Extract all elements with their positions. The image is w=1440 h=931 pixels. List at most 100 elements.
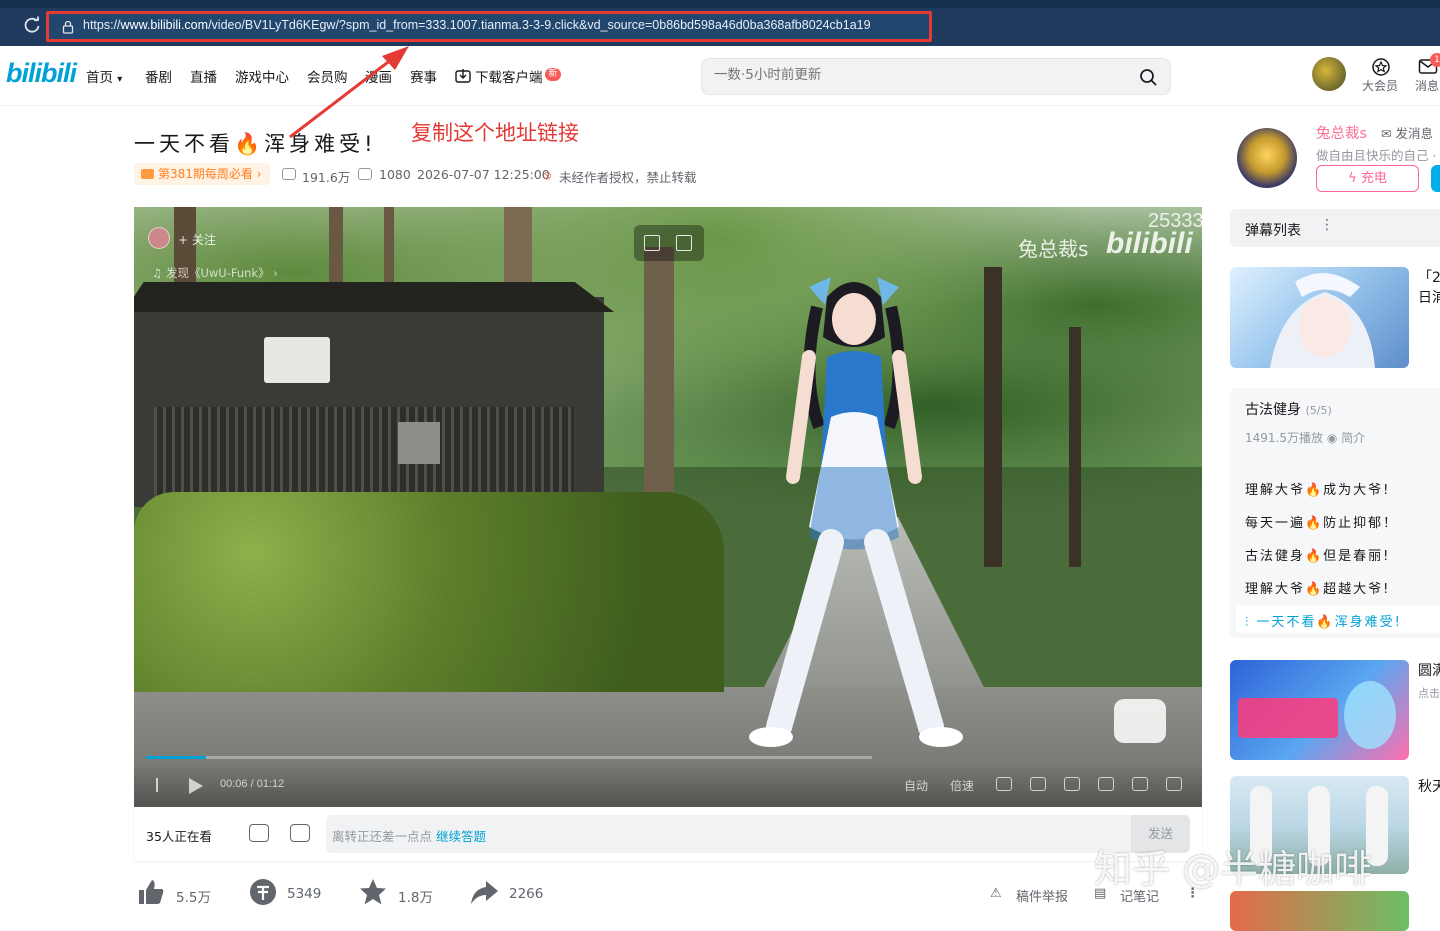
volume-icon[interactable] [996, 777, 1012, 791]
recommend-sub-2: 点击 [1418, 687, 1440, 700]
video-frame-electric-box [398, 422, 440, 464]
recommend-thumbnail-1[interactable] [1230, 267, 1409, 368]
recommend-title-1[interactable]: 「2 [1418, 267, 1440, 287]
collection-item-active[interactable]: ⫶ 一天不看🔥浑身难受! [1236, 605, 1440, 633]
search-box[interactable] [701, 58, 1171, 95]
collection-title[interactable]: 古法健身 (5/5) [1245, 399, 1332, 419]
weekly-tag-label: 第381期每周必看 [158, 167, 253, 181]
progress-fill [146, 756, 207, 759]
nav-home[interactable]: 首页 ▾ [86, 66, 122, 86]
continue-quiz-link[interactable]: 继续答题 [436, 829, 486, 844]
share-count: 2266 [509, 886, 544, 902]
danmaku-toggle-icon[interactable] [249, 824, 269, 842]
url-text[interactable]: https://www.bilibili.com/video/BV1LyTd6K… [83, 18, 871, 32]
screenshot-icon[interactable] [676, 235, 692, 251]
danmaku-list-panel[interactable]: 弹幕列表 ⋮ [1230, 209, 1440, 247]
player-uploader-avatar[interactable] [148, 227, 170, 249]
coin-icon[interactable] [248, 877, 278, 907]
vip-icon[interactable] [1371, 57, 1391, 77]
player-watermark-name: 兔总裁s [1018, 237, 1089, 261]
player-watermark-logo: bilibili [1106, 227, 1193, 260]
site-header: bilibili 首页 ▾ 番剧 直播 游戏中心 会员购 漫画 赛事 下载客户端… [0, 46, 1440, 106]
collection-item-1[interactable]: 理解大爷🔥成为大爷! [1245, 479, 1390, 498]
collection-intro-link[interactable]: 简介 [1341, 431, 1365, 445]
collection-item-3[interactable]: 古法健身🔥但是春丽! [1245, 545, 1390, 564]
settings-icon[interactable] [1030, 777, 1046, 791]
danmaku-input[interactable]: 离转正还差一点点 继续答题 发送 [326, 815, 1190, 853]
uploader-description: 做自由且快乐的自己 · [1316, 148, 1437, 163]
nav-live[interactable]: 直播 [190, 66, 217, 86]
danmaku-settings-icon[interactable] [290, 824, 310, 842]
uploader-name[interactable]: 兔总裁s [1316, 122, 1367, 143]
pip-icon[interactable] [644, 235, 660, 251]
message-count-badge: 1 [1430, 53, 1440, 67]
nav-manga[interactable]: 漫画 [365, 66, 392, 86]
nav-esports[interactable]: 赛事 [410, 66, 437, 86]
music-title: 发现《UwU-Funk》 [165, 266, 270, 280]
collection-item-2[interactable]: 每天一遍🔥防止抑郁！ [1245, 512, 1398, 531]
recommend-title-1-line2[interactable]: 日浦 [1418, 287, 1440, 307]
playback-speed-button[interactable]: 倍速 [950, 777, 974, 794]
coin-count: 5349 [287, 886, 322, 902]
lock-icon [62, 20, 74, 34]
player-top-controls [634, 225, 704, 261]
favorite-icon[interactable] [358, 877, 388, 907]
anime-girl-illustration [1270, 273, 1375, 368]
recommend-thumbnail-4[interactable] [1230, 891, 1409, 931]
report-icon[interactable]: ⚠ [990, 886, 1002, 901]
weekly-must-watch-tag[interactable]: 第381期每周必看 › [134, 163, 270, 185]
nav-mall[interactable]: 会员购 [307, 66, 348, 86]
charge-button[interactable]: ϟ 充电 [1316, 165, 1419, 192]
mail-icon: ✉ [1381, 126, 1396, 141]
web-fullscreen-icon[interactable] [1132, 777, 1148, 791]
pip-mode-icon[interactable] [1064, 777, 1080, 791]
bilibili-logo[interactable]: bilibili [6, 58, 77, 89]
browser-tab-strip [0, 0, 1440, 8]
collection-item-active-label: ⫶ 一天不看🔥浑身难受! [1245, 615, 1402, 630]
send-message-button[interactable]: ✉ 发消息 [1381, 123, 1433, 142]
recommend-title-3[interactable]: 秋天 [1418, 776, 1440, 796]
search-input[interactable] [714, 67, 1114, 83]
recommend-title-2[interactable]: 圆满 [1418, 660, 1440, 680]
reload-icon[interactable] [22, 15, 42, 35]
vip-label[interactable]: 大会员 [1362, 77, 1398, 94]
uploader-avatar[interactable] [1237, 128, 1297, 188]
nav-anime[interactable]: 番剧 [145, 66, 172, 86]
music-note-icon: ♫ [152, 266, 166, 280]
zhihu-watermark: 知乎 @半糖咖啡 [1094, 847, 1373, 891]
publish-time: 2026-07-07 12:25:00 [417, 167, 550, 182]
fullscreen-icon[interactable] [1166, 777, 1182, 791]
follow-button[interactable] [1431, 165, 1440, 192]
annotation-label: 复制这个地址链接 [411, 121, 579, 145]
video-player[interactable]: + 关注 ♫ 发现《UwU-Funk》 › 25333 兔总裁s bilibil… [134, 207, 1202, 807]
danmaku-count: 1080 [379, 167, 411, 182]
share-icon[interactable] [469, 877, 499, 907]
address-bar[interactable]: https://www.bilibili.com/video/BV1LyTd6K… [46, 11, 932, 42]
danmaku-placeholder: 离转正还差一点点 继续答题 [332, 829, 486, 844]
nav-download-client[interactable]: 下载客户端 [475, 66, 543, 86]
progress-track[interactable] [146, 756, 872, 759]
report-button[interactable]: 稿件举报 [1016, 886, 1068, 905]
more-options-icon[interactable]: ⋮ [1320, 217, 1334, 233]
message-label[interactable]: 消息 [1415, 77, 1439, 94]
video-frame-ac-unit [264, 337, 330, 383]
danmaku-send-bar: 35人正在看 离转正还差一点点 继续答题 发送 [134, 807, 1202, 861]
recommend-thumbnail-2[interactable] [1230, 660, 1409, 760]
play-count-icon [282, 168, 296, 180]
widescreen-icon[interactable] [1098, 777, 1114, 791]
chevron-down-icon: ▾ [117, 74, 123, 85]
tag-icon [141, 169, 154, 179]
user-avatar[interactable] [1312, 57, 1346, 91]
search-icon[interactable] [1139, 68, 1158, 87]
no-repost-icon: ⦸ [543, 167, 552, 182]
url-host: www.bilibili.com [120, 18, 209, 32]
like-icon[interactable] [136, 877, 166, 907]
collection-item-4[interactable]: 理解大爷🔥超越大爷! [1245, 578, 1390, 597]
player-music-tag[interactable]: ♫ 发现《UwU-Funk》 › [152, 265, 278, 281]
player-follow-button[interactable]: + 关注 [178, 231, 216, 248]
previous-button[interactable] [156, 778, 168, 792]
auto-quality-button[interactable]: 自动 [904, 777, 928, 794]
bilibili-tv-icon [1114, 699, 1166, 743]
play-button[interactable] [189, 778, 203, 794]
nav-game-center[interactable]: 游戏中心 [235, 66, 289, 86]
